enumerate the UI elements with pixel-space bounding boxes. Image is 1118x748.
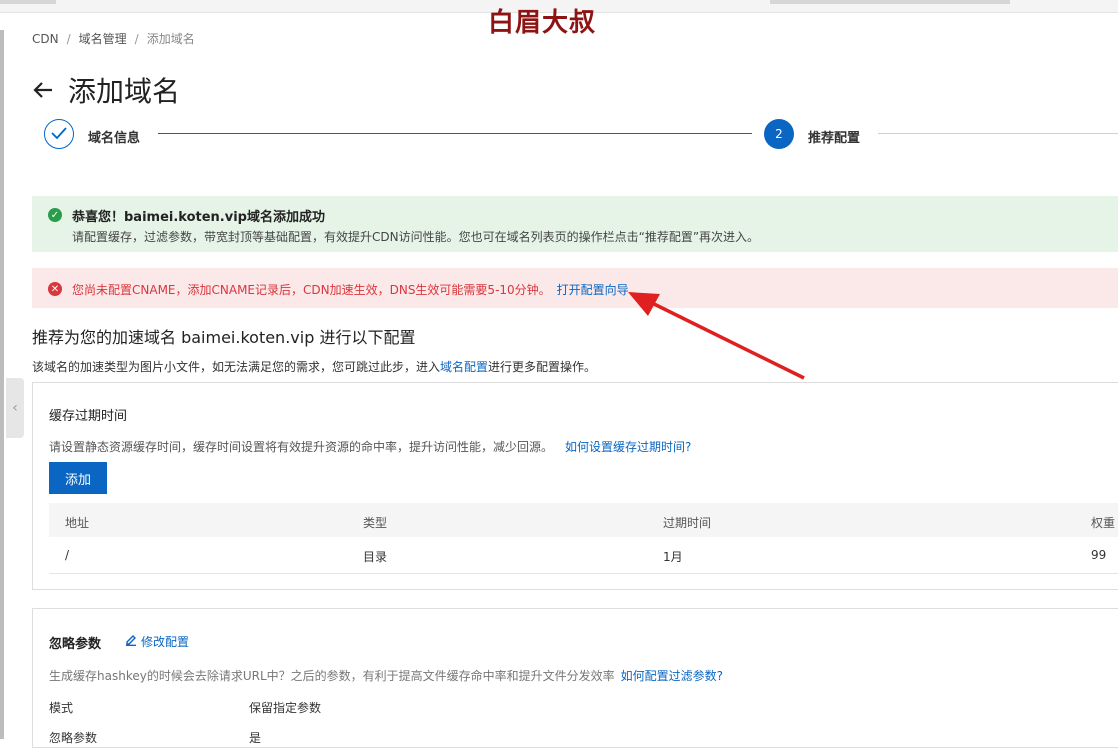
cache-card-description: 请设置静态资源缓存时间，缓存时间设置将有效提升资源的命中率，提升访问性能，减少回… xyxy=(49,438,691,455)
recommend-title: 推荐为您的加速域名 baimei.koten.vip 进行以下配置 xyxy=(32,328,416,347)
sidebar-toggle[interactable]: ‹ xyxy=(6,378,24,438)
breadcrumb: CDN / 域名管理 / 添加域名 xyxy=(32,30,195,47)
error-circle-icon: ✕ xyxy=(48,282,62,296)
ignore-desc-text: 生成缓存hashkey的时候会去除请求URL中？之后的参数，有利于提高文件缓存命… xyxy=(49,669,615,683)
left-sidebar-edge xyxy=(0,30,4,739)
top-bar-segment xyxy=(770,0,1010,4)
edit-config-link[interactable]: 修改配置 xyxy=(125,633,189,650)
step-connector-pending xyxy=(878,133,1118,134)
ignore-params-card: 忽略参数 修改配置 生成缓存hashkey的时候会去除请求URL中？之后的参数，… xyxy=(32,608,1118,748)
recommend-desc-suffix: 进行更多配置操作。 xyxy=(488,360,597,374)
cache-card-title: 缓存过期时间 xyxy=(49,409,128,424)
step-1-label: 域名信息 xyxy=(88,131,141,146)
page-title: 添加域名 xyxy=(68,75,181,108)
breadcrumb-domain-management[interactable]: 域名管理 xyxy=(79,32,127,46)
edit-config-label: 修改配置 xyxy=(141,635,190,649)
column-header-expire: 过期时间 xyxy=(663,516,712,530)
cell-weight: 99 xyxy=(1091,548,1107,562)
check-icon xyxy=(51,126,67,142)
step-1-circle xyxy=(44,119,74,149)
breadcrumb-separator: / xyxy=(134,32,139,46)
column-header-path: 地址 xyxy=(65,516,90,530)
column-header-weight: 权重 xyxy=(1091,516,1116,530)
ignore-card-title: 忽略参数 xyxy=(49,637,102,652)
cell-path: / xyxy=(65,548,70,562)
arrow-left-icon[interactable] xyxy=(32,79,54,101)
page-header: 添加域名 xyxy=(32,70,180,110)
open-config-wizard-link[interactable]: 打开配置向导 xyxy=(557,283,629,297)
breadcrumb-cdn[interactable]: CDN xyxy=(32,32,59,46)
field-value-mode: 保留指定参数 xyxy=(249,701,322,715)
recommend-desc-prefix: 该域名的加速类型为图片小文件，如无法满足您的需求，您可跳过此步，进入 xyxy=(32,360,441,374)
breadcrumb-current: 添加域名 xyxy=(146,32,195,46)
table-row: / 目录 1月 99 xyxy=(49,537,1118,574)
ignore-card-description: 生成缓存hashkey的时候会去除请求URL中？之后的参数，有利于提高文件缓存命… xyxy=(49,667,723,684)
column-header-type: 类型 xyxy=(363,516,388,530)
step-connector-done xyxy=(158,133,752,134)
cell-type: 目录 xyxy=(363,550,388,564)
cache-desc-text: 请设置静态资源缓存时间，缓存时间设置将有效提升资源的命中率，提升访问性能，减少回… xyxy=(49,440,554,454)
breadcrumb-separator: / xyxy=(66,32,71,46)
cache-expiry-card: 缓存过期时间 请设置静态资源缓存时间，缓存时间设置将有效提升资源的命中率，提升访… xyxy=(32,382,1118,590)
success-title: 恭喜您！baimei.koten.vip域名添加成功 xyxy=(72,210,325,225)
chevron-left-icon: ‹ xyxy=(12,400,18,416)
step-indicator: 域名信息 2 推荐配置 xyxy=(44,119,1118,153)
table-header: 地址 类型 过期时间 权重 xyxy=(49,503,1118,537)
domain-config-link[interactable]: 域名配置 xyxy=(440,360,488,374)
error-alert: ✕ 您尚未配置CNAME，添加CNAME记录后，CDN加速生效，DNS生效可能需… xyxy=(32,268,1118,308)
recommend-description: 该域名的加速类型为图片小文件，如无法满足您的需求，您可跳过此步，进入域名配置进行… xyxy=(32,358,596,375)
field-key-mode: 模式 xyxy=(49,701,74,715)
arrow-shaft xyxy=(649,300,805,380)
success-alert: ✓ 恭喜您！baimei.koten.vip域名添加成功 请配置缓存，过滤参数，… xyxy=(32,196,1118,252)
success-description: 请配置缓存，过滤参数，带宽封顶等基础配置，有效提升CDN访问性能。您也可在域名列… xyxy=(72,230,760,244)
check-circle-icon: ✓ xyxy=(48,208,62,222)
field-value-ignore: 是 xyxy=(249,731,262,745)
add-cache-rule-button[interactable]: 添加 xyxy=(49,462,107,494)
step-2-label: 推荐配置 xyxy=(808,131,861,146)
cache-help-link[interactable]: 如何设置缓存过期时间? xyxy=(565,440,691,454)
error-text: 您尚未配置CNAME，添加CNAME记录后，CDN加速生效，DNS生效可能需要5… xyxy=(72,283,551,297)
cache-rules-table: 地址 类型 过期时间 权重 / 目录 1月 99 xyxy=(49,503,1118,574)
watermark: 白眉大叔 xyxy=(488,8,597,38)
top-bar-segment xyxy=(0,0,56,4)
error-message: 您尚未配置CNAME，添加CNAME记录后，CDN加速生效，DNS生效可能需要5… xyxy=(72,281,629,298)
field-key-ignore: 忽略参数 xyxy=(49,731,98,745)
cell-expire: 1月 xyxy=(663,550,683,564)
pencil-icon xyxy=(125,634,137,649)
ignore-help-link[interactable]: 如何配置过滤参数? xyxy=(621,669,723,683)
step-2-circle: 2 xyxy=(764,119,794,149)
